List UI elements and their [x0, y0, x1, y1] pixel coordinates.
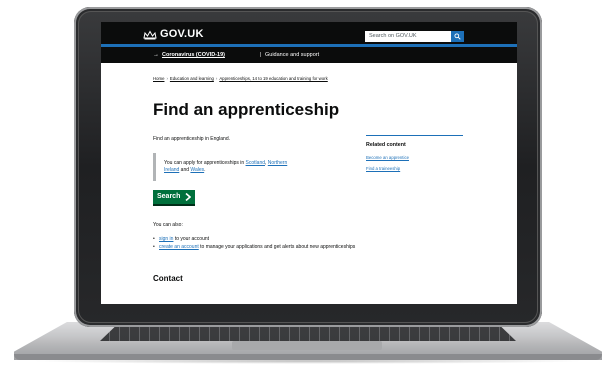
related-divider — [366, 135, 463, 136]
search-start-button[interactable]: Search — [153, 190, 195, 204]
laptop-trackpad — [232, 341, 382, 350]
related-link-traineeship[interactable]: Find a traineeship — [366, 166, 400, 171]
covid-link[interactable]: Coronavirus (COVID-19) — [162, 52, 225, 58]
list-item-text: to your account — [173, 236, 210, 242]
sign-in-link[interactable]: sign in — [159, 236, 173, 242]
contact-heading: Contact — [153, 274, 183, 283]
laptop-base-edge — [14, 354, 602, 360]
chevron-right-icon — [185, 193, 191, 201]
options-list: sign in to your account create an accoun… — [153, 236, 359, 251]
breadcrumb-apprenticeships[interactable]: Apprenticeships, 14 to 19 education and … — [219, 76, 327, 81]
inset-suffix: . — [204, 167, 206, 173]
inset-text: You can apply for apprenticeships in Sco… — [153, 153, 301, 181]
arrow-right-icon: → — [153, 52, 159, 58]
laptop-screen: GOV.UK Search on GOV.UK → Coronavirus (C… — [101, 22, 517, 304]
start-button-label: Search — [157, 193, 181, 200]
breadcrumb-education[interactable]: Education and learning — [170, 76, 214, 81]
link-scotland[interactable]: Scotland — [246, 160, 265, 166]
page-title: Find an apprenticeship — [153, 100, 340, 119]
breadcrumb-home[interactable]: Home — [153, 76, 164, 81]
chevron-right-icon: › — [166, 76, 168, 81]
search-input[interactable]: Search on GOV.UK — [365, 31, 451, 42]
list-item: create an account to manage your applica… — [153, 244, 359, 251]
inset-and: and — [179, 167, 191, 173]
search-button[interactable] — [451, 31, 464, 42]
search-icon — [454, 33, 461, 40]
list-item: sign in to your account — [153, 236, 359, 243]
list-item-text: to manage your applications and get aler… — [198, 243, 356, 250]
create-account-link[interactable]: create an account — [159, 244, 199, 250]
crown-icon[interactable] — [143, 30, 157, 40]
govuk-logo[interactable]: GOV.UK — [160, 28, 204, 40]
intro-text: Find an apprenticeship in England. — [153, 136, 230, 142]
banner-separator: | — [260, 52, 262, 58]
inset-prefix: You can apply for apprenticeships in — [164, 160, 246, 166]
laptop-keyboard — [100, 325, 516, 341]
header-blue-bar — [101, 44, 517, 47]
related-link-become-apprentice[interactable]: Become an apprentice — [366, 155, 409, 160]
you-can-also-text: You can also: — [153, 222, 183, 228]
related-content-title: Related content — [366, 142, 406, 148]
breadcrumb: Home › Education and learning › Apprenticesh… — [153, 76, 328, 81]
chevron-right-icon: › — [215, 76, 218, 81]
link-wales[interactable]: Wales — [190, 167, 204, 173]
covid-guidance-text: Guidance and support — [265, 52, 320, 58]
